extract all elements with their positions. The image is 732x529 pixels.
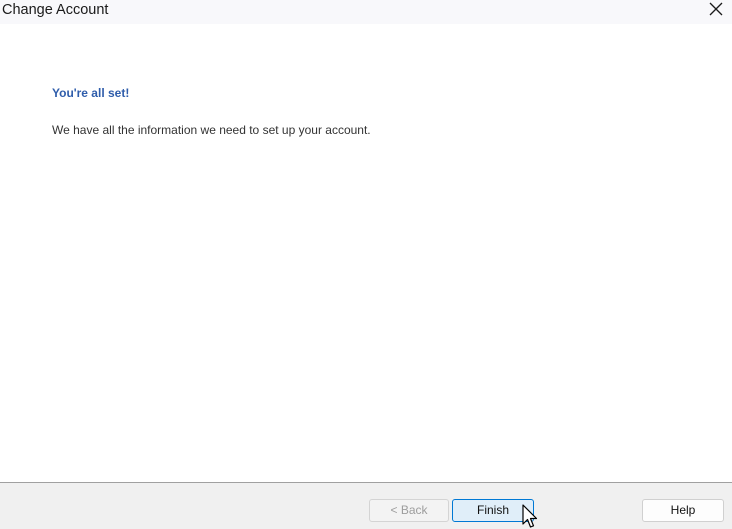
close-button[interactable] — [704, 0, 728, 20]
title-bar: Change Account — [0, 0, 732, 24]
dialog-content: You're all set! We have all the informat… — [0, 24, 732, 482]
button-bar: < Back Finish Help — [0, 482, 732, 529]
finish-button[interactable]: Finish — [452, 499, 534, 522]
window-title: Change Account — [2, 2, 109, 18]
setup-message: We have all the information we need to s… — [52, 123, 371, 137]
change-account-dialog: Change Account You're all set! We have a… — [0, 0, 732, 529]
success-heading: You're all set! — [52, 86, 130, 100]
back-button[interactable]: < Back — [369, 499, 449, 522]
close-icon — [709, 2, 723, 16]
help-button[interactable]: Help — [642, 499, 724, 522]
